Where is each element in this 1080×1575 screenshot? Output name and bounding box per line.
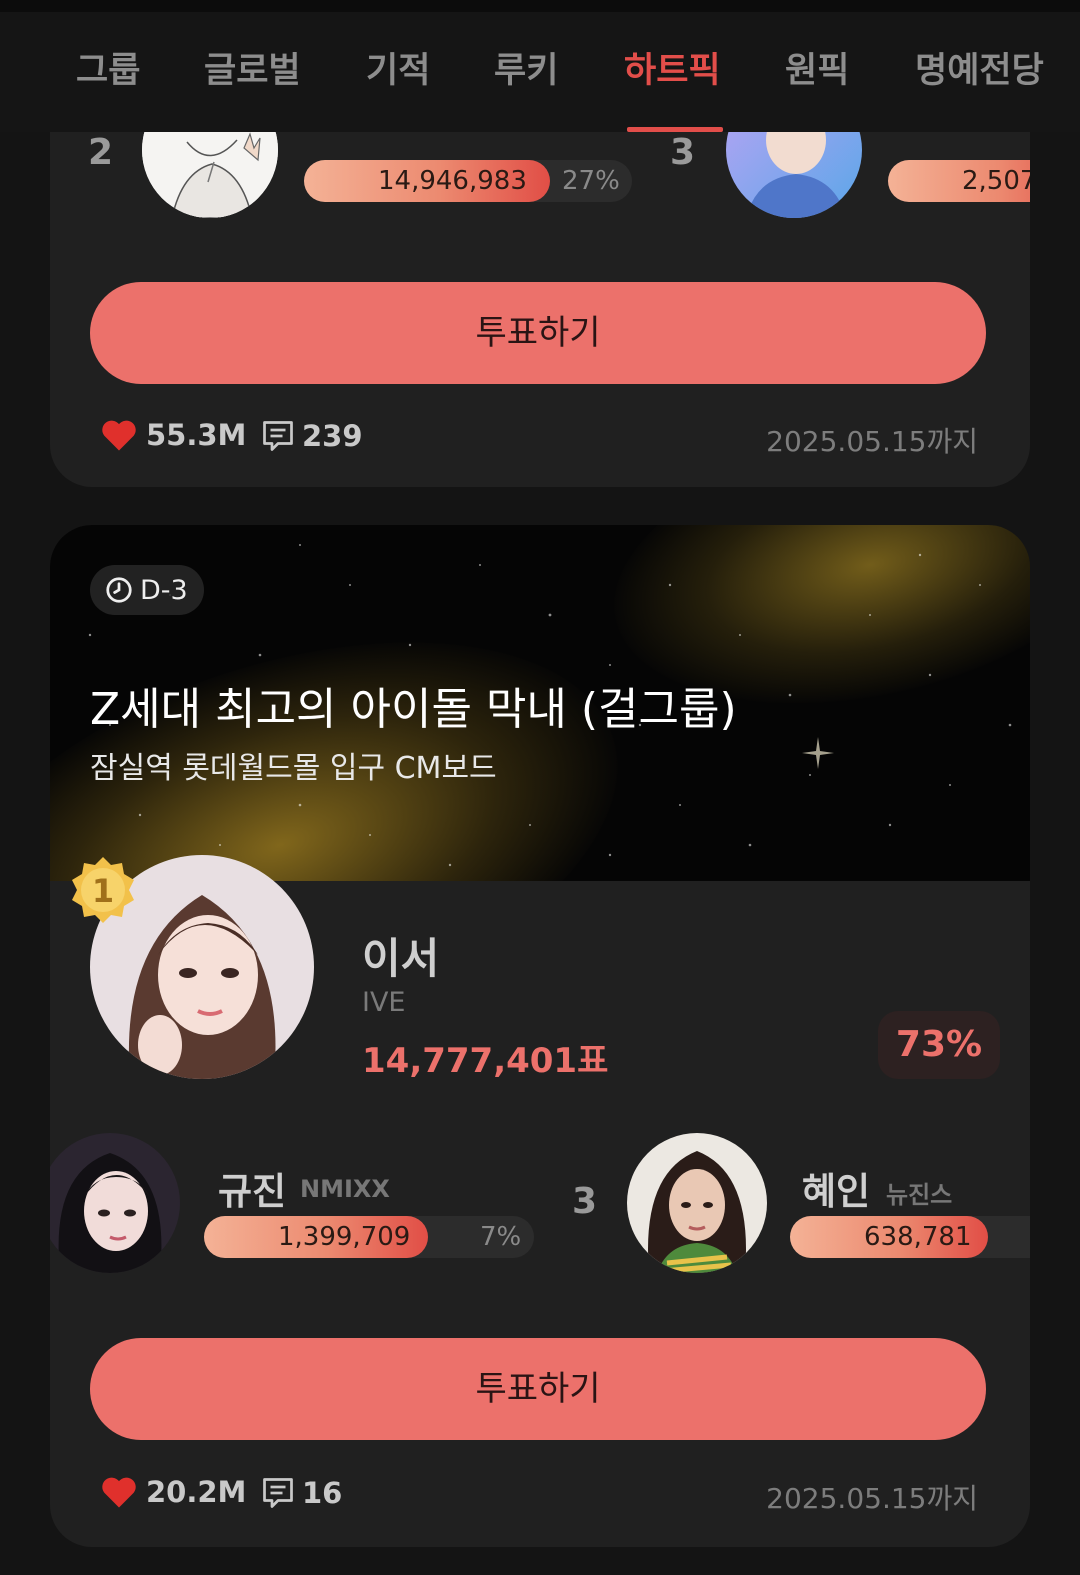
vote-count: 14,946,983 — [378, 166, 527, 196]
comment-count[interactable]: 16 — [260, 1475, 342, 1511]
vote-button[interactable]: 투표하기 — [90, 1338, 986, 1440]
vote-bar-second: 1,399,709 7% — [204, 1216, 534, 1258]
first-place-name: 이서 — [362, 934, 440, 983]
heart-icon — [102, 420, 136, 451]
rank-number: 3 — [670, 132, 696, 173]
vote-count: 638,781 — [864, 1222, 972, 1252]
vote-percent: 7% — [480, 1222, 522, 1252]
first-place-percent: 73% — [878, 1011, 1000, 1079]
comment-icon — [263, 1478, 293, 1508]
tab-heartpick[interactable]: 하트픽 — [624, 42, 721, 93]
second-place-name: 규진 — [218, 1170, 287, 1213]
deadline-text: 2025.05.15까지 — [766, 1482, 978, 1515]
tab-hall-of-fame[interactable]: 명예전당 — [915, 42, 1044, 93]
tab-rookie[interactable]: 루키 — [494, 42, 558, 93]
tab-global[interactable]: 글로벌 — [204, 42, 301, 93]
deadline-text: 2025.05.15까지 — [766, 425, 978, 458]
tab-onepick[interactable]: 원픽 — [785, 42, 849, 93]
vote-percent: 27% — [562, 166, 620, 196]
avatar-third[interactable] — [726, 132, 862, 218]
dday-badge: D-3 — [90, 565, 204, 615]
avatar-third[interactable] — [627, 1133, 767, 1273]
heartpick-card[interactable]: D-3 Z세대 최고의 아이돌 막내 (걸그룹) 잠실역 롯데월드몰 입구 CM… — [50, 525, 1030, 1547]
heartpick-card-previous: 2 14,946,983 27% 3 2,507 투표하기 55.3M 239 … — [50, 132, 1030, 487]
rank-number: 3 — [572, 1181, 598, 1222]
second-place-group: NMIXX — [300, 1175, 390, 1203]
comment-count[interactable]: 239 — [260, 418, 363, 454]
like-count[interactable]: 20.2M — [100, 1475, 246, 1509]
first-place-group: IVE — [362, 987, 406, 1018]
vote-count: 2,507 — [962, 166, 1030, 196]
avatar-second[interactable] — [142, 132, 278, 218]
like-count[interactable]: 55.3M — [100, 418, 246, 452]
comment-icon — [263, 421, 293, 451]
poll-title: Z세대 최고의 아이돌 막내 (걸그룹) — [90, 684, 737, 735]
clock-icon — [106, 577, 132, 603]
avatar-second[interactable] — [50, 1133, 180, 1273]
twinkle-star-icon — [802, 737, 834, 769]
first-place-votes: 14,777,401표 — [362, 1041, 609, 1081]
vote-bar-second: 14,946,983 27% — [304, 160, 632, 202]
vote-bar-third: 638,781 — [790, 1216, 1030, 1258]
vote-button[interactable]: 투표하기 — [90, 282, 986, 384]
category-tab-bar: 그룹 글로벌 기적 루키 하트픽 원픽 명예전당 — [0, 12, 1080, 132]
hero-banner: D-3 Z세대 최고의 아이돌 막내 (걸그룹) 잠실역 롯데월드몰 입구 CM… — [50, 525, 1030, 881]
third-place-name: 혜인 — [802, 1170, 871, 1213]
heart-icon — [102, 1477, 136, 1508]
tab-group[interactable]: 그룹 — [76, 42, 140, 93]
vote-bar-third: 2,507 — [888, 160, 1030, 202]
tab-miracle[interactable]: 기적 — [366, 42, 430, 93]
gold-medal-icon: 1 — [68, 855, 138, 925]
vote-count: 1,399,709 — [278, 1222, 411, 1252]
svg-text:1: 1 — [92, 872, 114, 910]
status-strip — [0, 0, 1080, 12]
third-place-group: 뉴진스 — [886, 1181, 953, 1209]
poll-reward: 잠실역 롯데월드몰 입구 CM보드 — [90, 751, 497, 786]
rank-number: 2 — [88, 132, 114, 173]
